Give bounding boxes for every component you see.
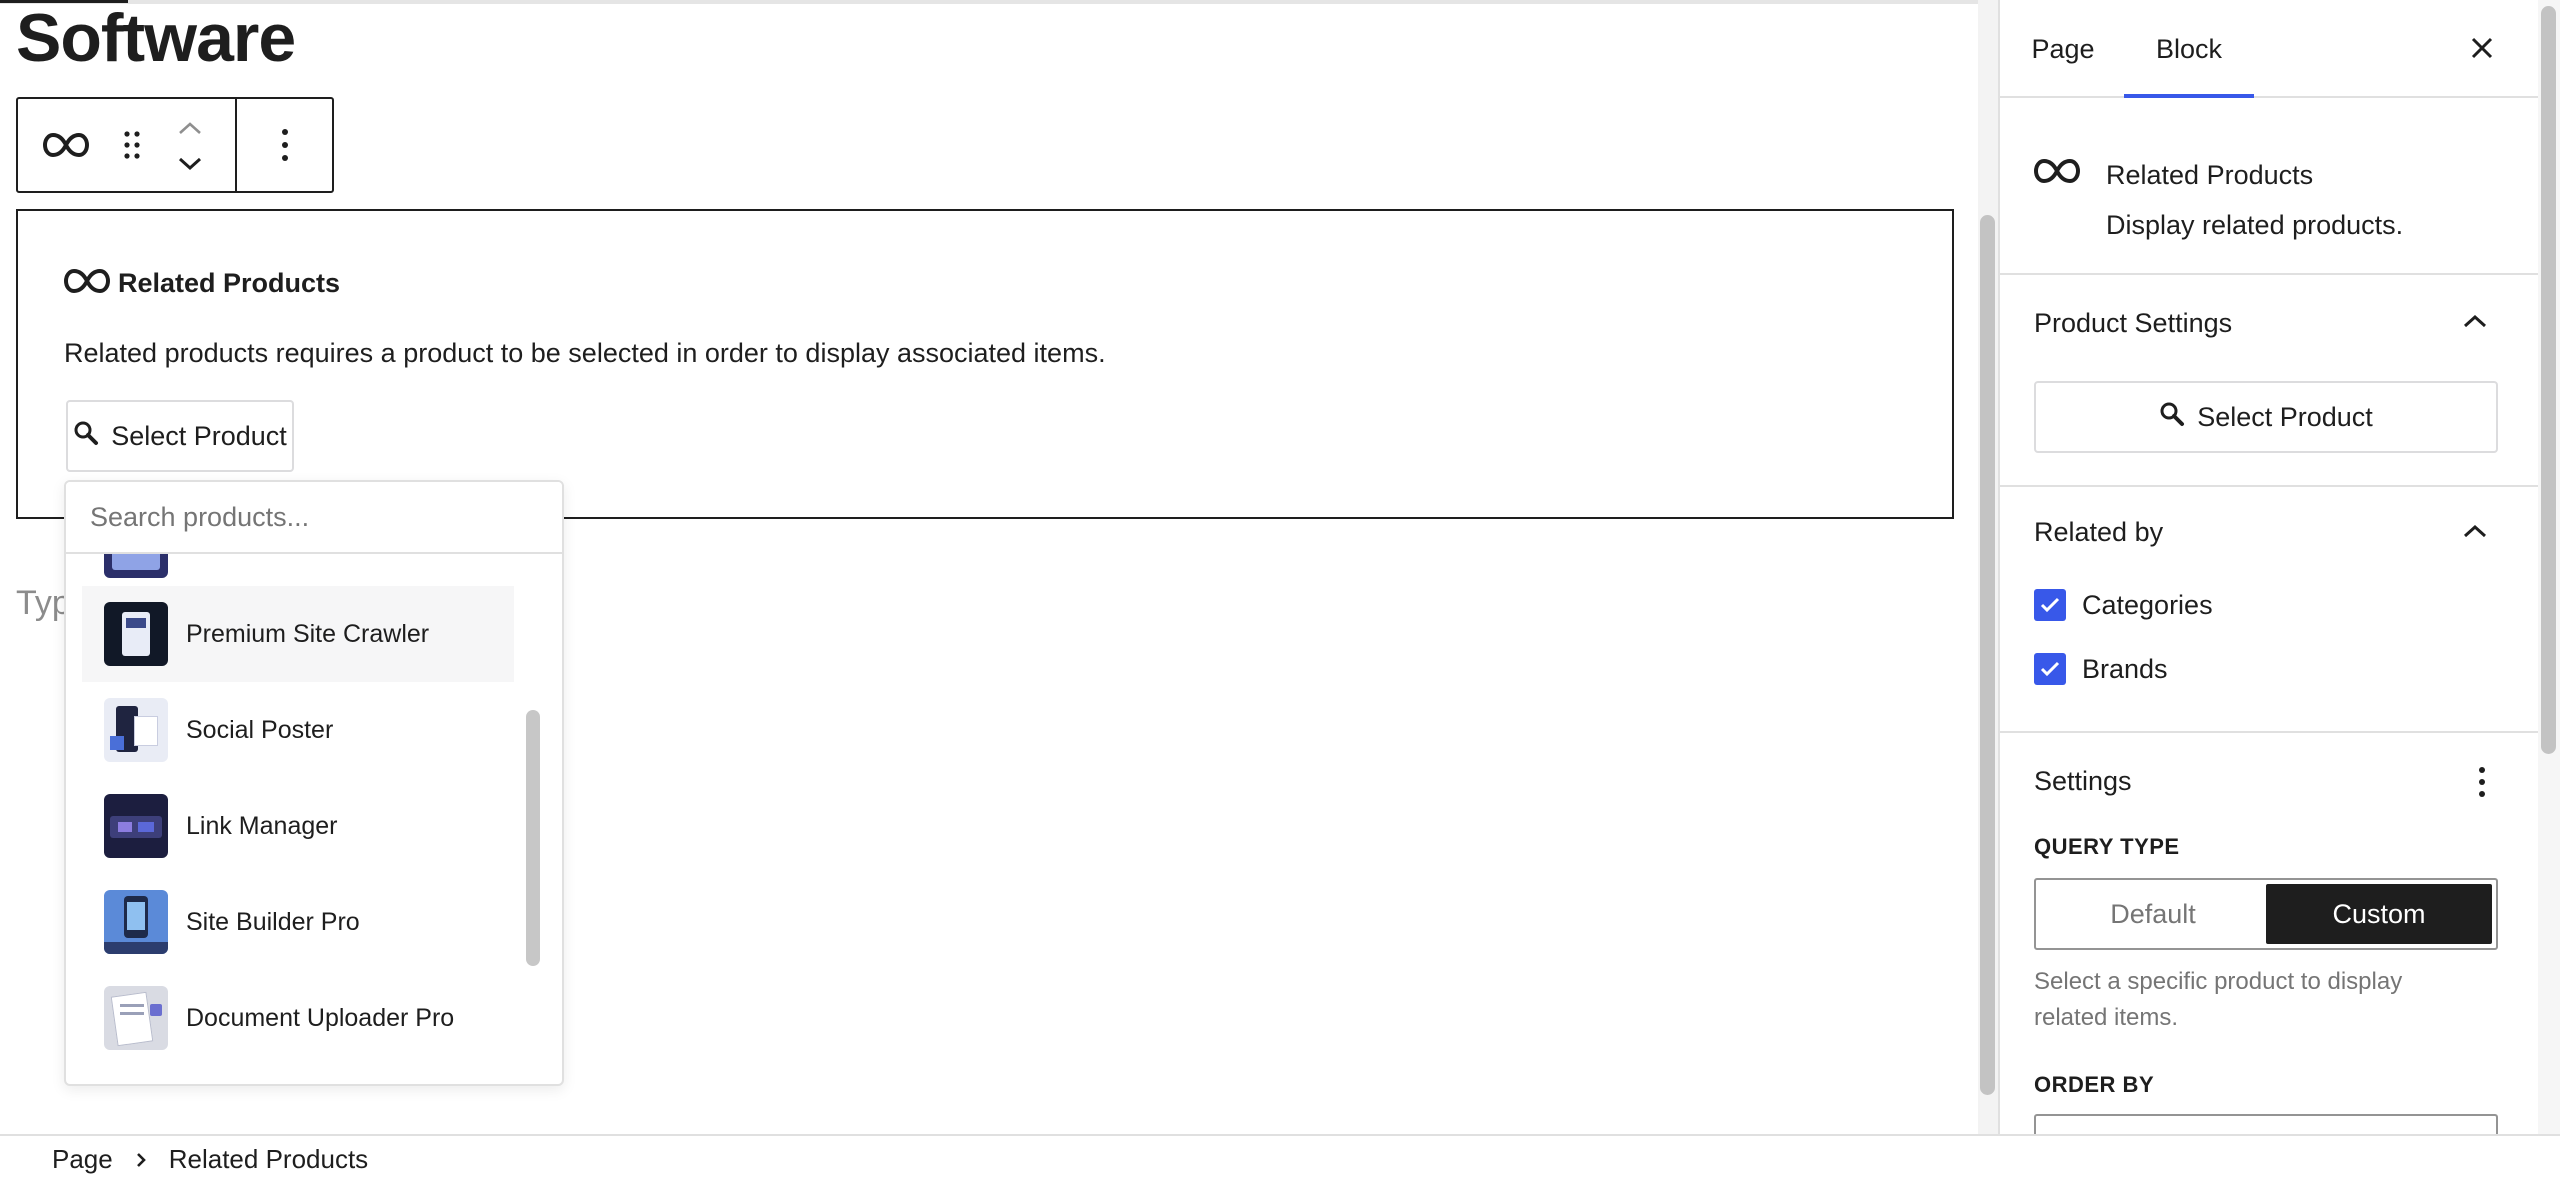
chevron-up-icon[interactable] [172,115,208,141]
toolbar-group-block [18,99,237,191]
tab-block[interactable]: Block [2124,0,2254,98]
checkbox-categories[interactable]: Categories [2034,589,2213,621]
top-border-accent [0,0,128,3]
editor-canvas: Software Related Products Related produc… [0,0,1978,1134]
close-sidebar-button[interactable] [2460,28,2504,72]
product-search-dropdown: Premium Site Crawler Social Poster Link … [64,480,564,1086]
infinity-icon[interactable] [42,127,90,163]
tab-page[interactable]: Page [2016,0,2110,98]
product-thumbnail [104,794,168,858]
sidebar-tabs: Page Block [2000,0,2538,98]
product-thumbnail [104,554,168,578]
product-item-link-manager[interactable]: Link Manager [82,778,514,874]
panel-divider [2000,731,2538,733]
checkbox-brands[interactable]: Brands [2034,653,2168,685]
product-item-site-builder-pro[interactable]: Site Builder Pro [82,874,514,970]
product-thumbnail [104,698,168,762]
dropdown-scrollbar-thumb[interactable] [526,710,540,966]
query-type-help: Select a specific product to display rel… [2034,968,2403,1031]
product-name: Document Uploader Pro [186,1003,455,1032]
more-vertical-icon[interactable] [2470,764,2494,800]
breadcrumb: Page Related Products [0,1134,2560,1183]
block-toolbar [16,97,334,193]
infinity-icon [2033,158,2081,189]
query-type-custom[interactable]: Custom [2266,884,2492,944]
block-card-title: Related Products [2106,160,2314,190]
toolbar-group-options [237,99,332,191]
query-type-default[interactable]: Default [2040,884,2266,944]
select-product-label: Select Product [111,420,287,451]
product-thumbnail [104,890,168,954]
product-settings-panel-title[interactable]: Product Settings [2034,308,2232,339]
product-item-social-poster[interactable]: Social Poster [82,682,514,778]
breadcrumb-item-related-products[interactable]: Related Products [169,1144,368,1175]
checkbox-checked[interactable] [2034,589,2066,621]
product-list: Premium Site Crawler Social Poster Link … [66,554,522,1084]
checkbox-label: Categories [2082,589,2213,620]
sidebar-select-product-button[interactable]: Select Product [2034,381,2498,453]
search-products-input[interactable] [66,482,562,554]
search-icon [2159,401,2185,434]
checkbox-checked[interactable] [2034,653,2066,685]
settings-panel-title[interactable]: Settings [2034,766,2132,797]
product-name: Link Manager [186,811,338,840]
query-type-toggle: Default Custom [2034,878,2498,950]
product-item-document-uploader-pro[interactable]: Document Uploader Pro [82,970,514,1066]
panel-divider [2000,485,2538,487]
chevron-up-icon[interactable] [2460,306,2490,336]
page-title[interactable]: Software [16,4,296,72]
close-icon [2470,36,2494,65]
settings-sidebar: Page Block Related Products Display rela… [1998,0,2538,1134]
chevron-right-icon [131,1152,151,1168]
query-type-label: QUERY TYPE [2034,834,2180,859]
product-item-premium-site-crawler[interactable]: Premium Site Crawler [82,586,514,682]
select-product-button[interactable]: Select Product [66,400,294,472]
product-thumbnail [104,986,168,1050]
order-by-select[interactable] [2034,1114,2498,1134]
chevron-up-icon[interactable] [2460,516,2490,546]
select-product-label: Select Product [2197,401,2373,432]
sidebar-scrollbar-thumb[interactable] [2541,6,2556,754]
drag-handle-icon[interactable] [116,127,148,163]
search-icon [73,420,99,453]
block-description: Related products requires a product to b… [64,338,1106,368]
chevron-down-icon[interactable] [172,151,208,177]
product-name: Premium Site Crawler [186,619,430,648]
checkbox-label: Brands [2082,653,2168,684]
order-by-label: ORDER BY [2034,1072,2155,1097]
more-vertical-icon[interactable] [267,125,303,165]
block-heading: Related Products [63,268,341,299]
product-name: Site Builder Pro [186,907,360,936]
canvas-scrollbar-thumb[interactable] [1980,215,1995,1095]
block-heading-label: Related Products [118,268,341,298]
infinity-icon [63,268,111,299]
paragraph-placeholder[interactable]: Typ [16,584,71,623]
related-by-panel-title[interactable]: Related by [2034,517,2163,548]
product-thumbnail [104,602,168,666]
breadcrumb-item-page[interactable]: Page [52,1144,113,1175]
block-card-description: Display related products. [2106,210,2404,240]
product-name: Social Poster [186,715,334,744]
block-card: Related Products Display related product… [2000,98,2538,275]
related-products-block[interactable]: Related Products Related products requir… [16,209,1954,519]
